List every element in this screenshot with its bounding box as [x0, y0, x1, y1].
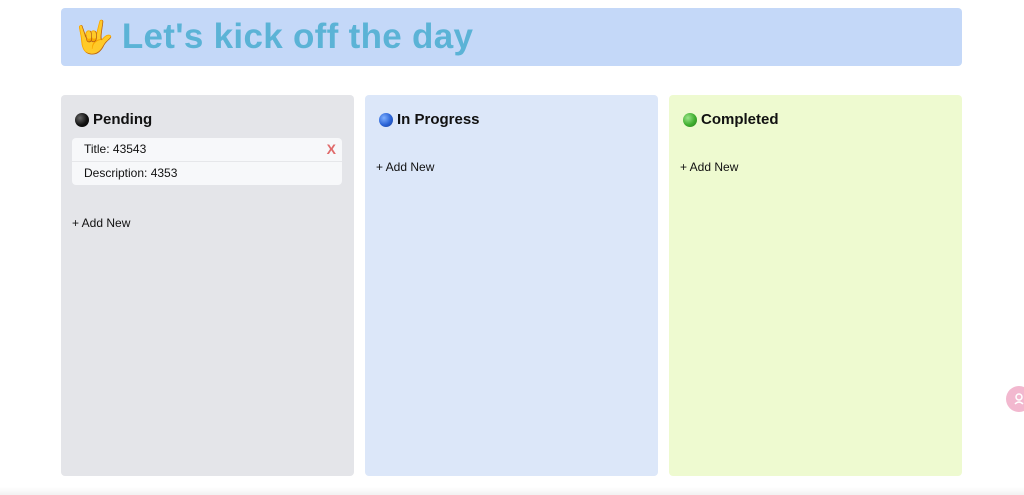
task-description: Description: 4353	[84, 166, 178, 181]
column-in-progress: In Progress + Add New	[365, 95, 658, 476]
page-header: 🤟 Let's kick off the day	[61, 8, 962, 66]
kanban-board: Pending Title: 43543 Description: 4353 X…	[61, 95, 962, 476]
column-title-label: Completed	[701, 111, 779, 128]
delete-task-button[interactable]: X	[327, 141, 336, 157]
helper-glyph-icon	[1014, 393, 1024, 405]
column-title-label: Pending	[93, 111, 153, 128]
add-new-button[interactable]: + Add New	[680, 160, 738, 174]
floating-helper-icon[interactable]	[1006, 386, 1024, 412]
add-new-button[interactable]: + Add New	[72, 216, 130, 230]
column-title-label: In Progress	[397, 111, 480, 128]
black-circle-icon	[75, 112, 89, 127]
column-pending: Pending Title: 43543 Description: 4353 X…	[61, 95, 354, 476]
add-new-button[interactable]: + Add New	[376, 160, 434, 174]
column-completed: Completed + Add New	[669, 95, 962, 476]
blue-circle-icon	[379, 112, 393, 127]
bottom-shadow	[0, 487, 1024, 495]
column-title: Pending	[75, 111, 152, 128]
page-title: Let's kick off the day	[121, 17, 474, 56]
task-title: Title: 43543	[72, 138, 342, 162]
green-circle-icon	[683, 112, 697, 127]
task-card[interactable]: Title: 43543 Description: 4353 X	[72, 138, 342, 185]
column-title: In Progress	[379, 111, 480, 128]
column-title: Completed	[683, 111, 779, 128]
rock-hand-icon: 🤟	[74, 19, 114, 55]
